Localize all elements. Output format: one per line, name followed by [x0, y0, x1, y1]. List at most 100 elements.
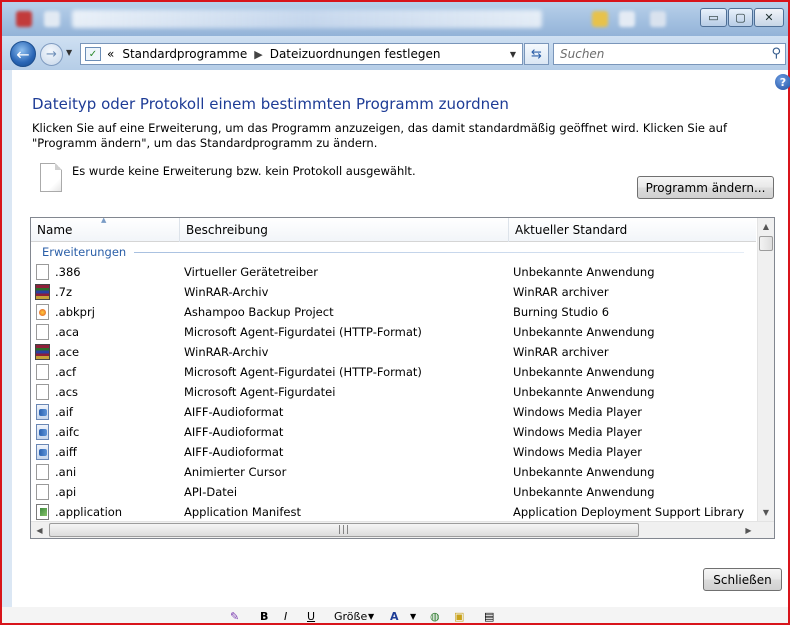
breadcrumb-standardprogramme[interactable]: Standardprogramme [122, 47, 247, 61]
format-icon[interactable]: ✎ [230, 609, 239, 623]
arrow-left-icon: ← [16, 44, 30, 64]
scroll-up-icon[interactable]: ▲ [758, 218, 774, 235]
winrar-icon [35, 284, 50, 300]
file-icon [36, 264, 49, 280]
extension-name: .acs [55, 385, 79, 399]
column-description-label: Beschreibung [186, 223, 268, 237]
media-file-icon [36, 404, 49, 420]
chevron-down-icon[interactable]: ▼ [410, 609, 416, 623]
extension-name: .aifc [55, 425, 80, 439]
extension-default-program: Unbekannte Anwendung [513, 385, 655, 399]
search-placeholder: Suchen [560, 47, 605, 61]
breadcrumb-dateizuordnungen[interactable]: Dateizuordnungen festlegen [270, 47, 441, 61]
underline-button[interactable]: U [307, 609, 315, 623]
extension-description: Virtueller Gerätetreiber [184, 265, 318, 279]
table-row[interactable]: .386 Virtueller Gerätetreiber Unbekannte A… [31, 262, 756, 282]
minimize-button[interactable]: ▭ [700, 8, 727, 27]
control-panel-icon: ✓ [85, 47, 101, 61]
list-header: Name ▲ Beschreibung Aktueller Standard [31, 218, 756, 242]
image-icon[interactable]: ▣ [454, 609, 464, 623]
extension-default-program: WinRAR archiver [513, 285, 609, 299]
column-header-name[interactable]: Name ▲ [31, 218, 179, 242]
chevron-down-icon[interactable]: ▼ [510, 50, 516, 59]
media-file-icon [36, 444, 49, 460]
help-icon[interactable]: ? [775, 74, 790, 90]
scroll-down-icon[interactable]: ▼ [758, 504, 774, 521]
table-row[interactable]: .aca Microsoft Agent-Figurdatei (HTTP-For… [31, 322, 756, 342]
column-header-default[interactable]: Aktueller Standard [508, 218, 756, 242]
extension-description: AIFF-Audioformat [184, 445, 284, 459]
extension-name: .aiff [55, 445, 77, 459]
scroll-right-icon[interactable]: ▶ [740, 522, 757, 538]
code-icon[interactable]: ▤ [484, 609, 494, 623]
extension-name: .ace [55, 345, 80, 359]
vertical-scroll-thumb[interactable] [759, 236, 773, 251]
table-row[interactable]: .7z WinRAR-Archiv WinRAR archiver [31, 282, 756, 302]
extension-default-program: Unbekannte Anwendung [513, 465, 655, 479]
background-toolbar: ✎ B I U Größe ▼ A ▼ ◍ ▣ ▤ [2, 607, 788, 623]
blurred-icon [592, 11, 608, 27]
scroll-left-icon[interactable]: ◀ [31, 522, 48, 538]
extension-default-program: Unbekannte Anwendung [513, 265, 655, 279]
table-row[interactable]: .acs Microsoft Agent-Figurdatei Unbekannte… [31, 382, 756, 402]
extensions-list[interactable]: Name ▲ Beschreibung Aktueller Standard E… [30, 217, 775, 539]
vertical-scrollbar[interactable]: ▲ ▼ [757, 218, 774, 521]
refresh-button[interactable]: ⇆ [524, 43, 549, 65]
list-rows: .386 Virtueller Gerätetreiber Unbekannte A… [31, 262, 756, 522]
chevron-right-icon[interactable]: ▶ [254, 48, 262, 61]
font-size-select[interactable]: Größe [334, 609, 367, 623]
extension-name: .7z [55, 285, 73, 299]
italic-button[interactable]: I [284, 609, 287, 623]
extension-default-program: Unbekannte Anwendung [513, 325, 655, 339]
page-title: Dateityp oder Protokoll einem bestimmten… [32, 95, 509, 113]
extension-default-program: Application Deployment Support Library [513, 505, 745, 519]
extension-description: AIFF-Audioformat [184, 425, 284, 439]
breadcrumb-prefix[interactable]: « [107, 47, 114, 61]
extension-default-program: Unbekannte Anwendung [513, 485, 655, 499]
close-window-button[interactable]: ✕ [754, 8, 784, 27]
arrow-right-icon: → [46, 47, 57, 62]
globe-icon[interactable]: ◍ [430, 609, 440, 623]
extension-description: Ashampoo Backup Project [184, 305, 334, 319]
sort-ascending-icon: ▲ [101, 217, 107, 224]
blurred-icon [650, 11, 666, 27]
search-icon[interactable]: ⚲ [771, 46, 781, 61]
change-program-button[interactable]: Programm ändern... [637, 176, 774, 199]
chevron-down-icon[interactable]: ▼ [368, 609, 374, 623]
horizontal-scrollbar[interactable]: ◀ ||| ▶ [31, 521, 774, 538]
extension-default-program: WinRAR archiver [513, 345, 609, 359]
table-row[interactable]: .aifc AIFF-Audioformat Windows Media Playe… [31, 422, 756, 442]
table-row[interactable]: .ace WinRAR-Archiv WinRAR archiver [31, 342, 756, 362]
media-file-icon [36, 424, 49, 440]
extension-description: AIFF-Audioformat [184, 405, 284, 419]
extension-default-program: Burning Studio 6 [513, 305, 610, 319]
font-color-icon[interactable]: A [390, 609, 399, 623]
extension-description: WinRAR-Archiv [184, 345, 269, 359]
group-label: Erweiterungen [42, 245, 127, 259]
extension-name: .application [55, 505, 123, 519]
forward-button[interactable]: → [40, 43, 63, 66]
address-bar[interactable]: ✓ « Standardprogramme ▶ Dateizuordnungen… [80, 43, 523, 65]
bold-button[interactable]: B [260, 609, 268, 623]
table-row[interactable]: .api API-Datei Unbekannte Anwendung [31, 482, 756, 502]
table-row[interactable]: .aif AIFF-Audioformat Windows Media Player [31, 402, 756, 422]
blurred-icon [619, 11, 635, 27]
table-row[interactable]: .acf Microsoft Agent-Figurdatei (HTTP-For… [31, 362, 756, 382]
table-row[interactable]: .ani Animierter Cursor Unbekannte Anwendun… [31, 462, 756, 482]
file-icon [36, 364, 49, 380]
back-button[interactable]: ← [10, 41, 36, 67]
horizontal-scroll-thumb[interactable]: ||| [49, 523, 639, 537]
table-row[interactable]: .application Application Manifest Applicat… [31, 502, 756, 522]
close-button[interactable]: Schließen [703, 568, 782, 591]
extension-description: API-Datei [184, 485, 238, 499]
navigation-bar: ← → ▼ ✓ « Standardprogramme ▶ Dateizuord… [2, 36, 788, 70]
table-row[interactable]: .aiff AIFF-Audioformat Windows Media Playe… [31, 442, 756, 462]
search-input[interactable]: Suchen ⚲ [553, 43, 786, 65]
maximize-button[interactable]: ▢ [728, 8, 753, 27]
column-header-description[interactable]: Beschreibung [179, 218, 508, 242]
recent-pages-dropdown[interactable]: ▼ [66, 48, 76, 58]
extension-description: Microsoft Agent-Figurdatei (HTTP-Format) [184, 365, 422, 379]
group-header-extensions[interactable]: Erweiterungen [31, 242, 756, 262]
table-row[interactable]: .abkprj Ashampoo Backup Project Burning St… [31, 302, 756, 322]
column-name-label: Name [37, 223, 73, 237]
